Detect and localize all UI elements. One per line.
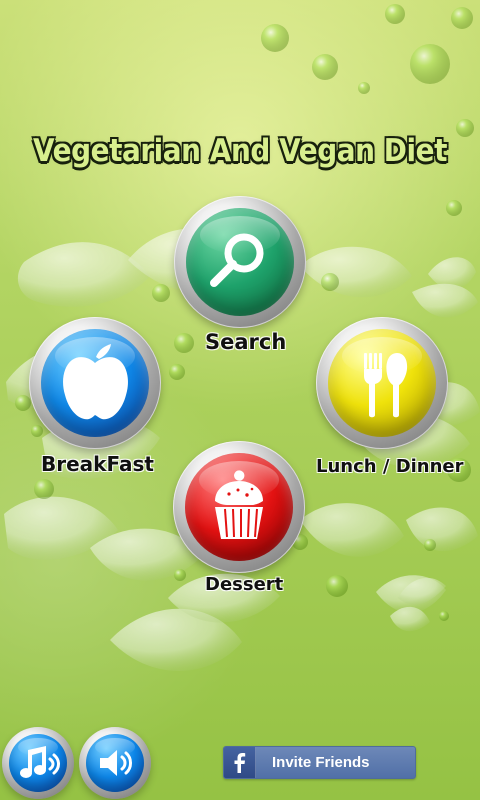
apple-icon bbox=[63, 344, 128, 420]
app-title: Vegetarian And Vegan Diet bbox=[32, 133, 448, 169]
lunch-dinner-button[interactable]: Lunch / Dinner bbox=[307, 317, 464, 477]
invite-friends-label: Invite Friends bbox=[272, 754, 370, 771]
dessert-button[interactable]: Dessert bbox=[173, 441, 305, 601]
lunch-dinner-circle-face bbox=[328, 329, 436, 437]
breakfast-circle[interactable] bbox=[29, 317, 161, 449]
facebook-badge bbox=[224, 747, 256, 778]
music-note-icon bbox=[20, 746, 60, 778]
lunch-dinner-circle[interactable] bbox=[316, 317, 448, 449]
dessert-circle[interactable] bbox=[173, 441, 305, 573]
sound-toggle-button[interactable] bbox=[79, 727, 151, 799]
search-circle[interactable] bbox=[174, 196, 306, 328]
cupcake-icon bbox=[215, 470, 263, 539]
sound-toggle-face bbox=[86, 734, 144, 792]
music-toggle-face bbox=[9, 734, 67, 792]
app-screen: Vegetarian And Vegan Diet Search BreakFa… bbox=[0, 0, 480, 800]
invite-friends-button[interactable]: Invite Friends bbox=[223, 746, 416, 779]
search-button[interactable]: Search bbox=[174, 196, 306, 361]
facebook-icon bbox=[234, 753, 246, 773]
search-label: Search bbox=[205, 330, 287, 354]
lunch-dinner-label: Lunch / Dinner bbox=[316, 456, 464, 477]
music-toggle-button[interactable] bbox=[2, 727, 74, 799]
breakfast-label: BreakFast bbox=[41, 452, 154, 476]
search-circle-face bbox=[186, 208, 294, 316]
fork-knife-icon bbox=[364, 353, 408, 418]
breakfast-circle-face bbox=[41, 329, 149, 437]
breakfast-button[interactable]: BreakFast bbox=[29, 317, 161, 477]
dessert-circle-face bbox=[185, 453, 293, 561]
dessert-label: Dessert bbox=[205, 574, 284, 595]
speaker-icon bbox=[100, 750, 132, 776]
search-icon bbox=[210, 233, 264, 287]
